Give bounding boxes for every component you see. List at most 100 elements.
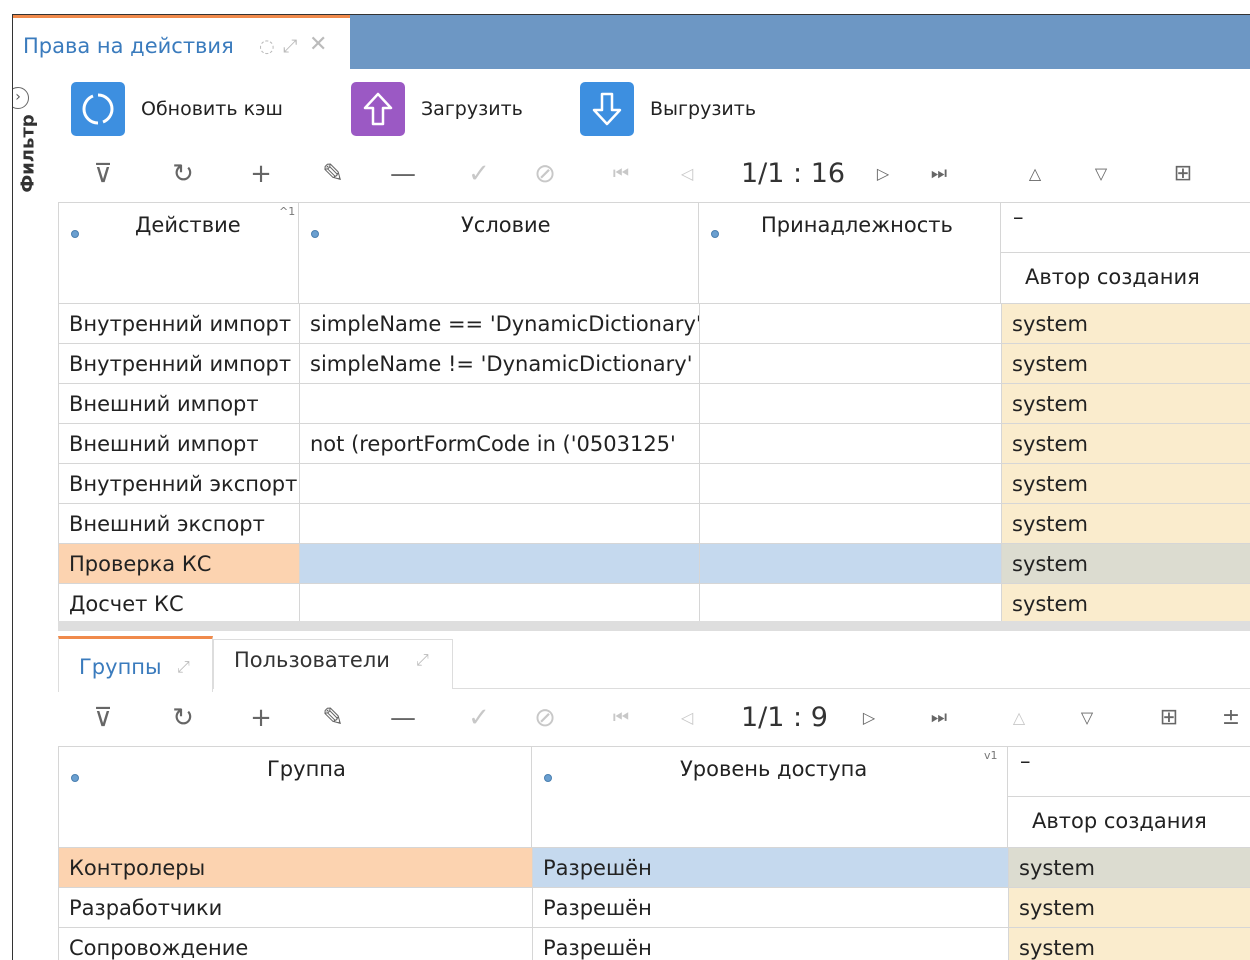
table-cell[interactable]: Разрешён xyxy=(532,887,1009,928)
column-header-author[interactable]: Автор создания xyxy=(1008,797,1250,847)
expand-icon[interactable]: ⤢ xyxy=(416,650,429,670)
table-cell[interactable]: system xyxy=(1001,343,1250,384)
close-icon[interactable]: ✕ xyxy=(309,32,327,57)
next-page-icon[interactable]: ▷ xyxy=(863,154,903,194)
refresh-icon[interactable]: ◌ xyxy=(259,36,275,57)
table-cell[interactable]: simpleName != 'DynamicDictionary' xyxy=(299,343,700,384)
column-header-access-level[interactable]: Уровень доступа v1 xyxy=(532,746,1008,847)
table-cell[interactable]: Разрешён xyxy=(532,927,1009,960)
table-cell[interactable] xyxy=(699,303,1002,344)
table-cell[interactable]: system xyxy=(1001,583,1250,624)
table-row[interactable]: Внешний импорт system xyxy=(58,383,1250,424)
table-cell[interactable]: not (reportFormCode in ('0503125' xyxy=(299,423,700,464)
cancel-icon[interactable]: ⊘ xyxy=(525,698,565,738)
filter-icon[interactable]: ⊽ xyxy=(83,154,123,194)
filter-icon[interactable]: ⊽ xyxy=(83,698,123,738)
check-icon[interactable]: ✓ xyxy=(459,154,499,194)
table-cell[interactable]: Досчет КС xyxy=(58,583,300,624)
table-row[interactable]: Досчет КС system xyxy=(58,583,1250,624)
table-cell[interactable] xyxy=(299,463,700,504)
table-cell[interactable]: Внешний экспорт xyxy=(58,503,300,544)
move-down-icon[interactable]: ▽ xyxy=(1067,698,1107,738)
table-cell[interactable]: system xyxy=(1008,927,1250,960)
column-header-action[interactable]: Действие ^1 xyxy=(58,202,299,303)
refresh-cache-button[interactable]: Обновить кэш xyxy=(71,82,283,136)
last-page-icon[interactable]: ⏭ xyxy=(919,154,959,194)
table-row[interactable]: Проверка КС system xyxy=(58,543,1250,584)
columns-grid-icon[interactable]: ⊞ xyxy=(1163,154,1203,194)
splitter[interactable] xyxy=(58,621,1250,631)
tab-groups[interactable]: Группы ⤢ xyxy=(58,636,213,692)
table-cell[interactable] xyxy=(299,503,700,544)
table-cell[interactable]: Внутренний экспорт xyxy=(58,463,300,504)
column-header-author[interactable]: Автор создания xyxy=(1001,253,1250,303)
expand-icon[interactable]: ⤢ xyxy=(177,657,190,677)
table-cell[interactable]: system xyxy=(1001,423,1250,464)
table-cell[interactable] xyxy=(699,503,1002,544)
download-button[interactable]: Выгрузить xyxy=(580,82,756,136)
table-cell[interactable]: Внутренний импорт xyxy=(58,303,300,344)
table-cell[interactable] xyxy=(699,343,1002,384)
columns-grid-icon[interactable]: ⊞ xyxy=(1149,698,1189,738)
table-cell[interactable] xyxy=(299,383,700,424)
table-cell[interactable]: Разрешён xyxy=(532,847,1009,888)
table-cell[interactable]: system xyxy=(1008,847,1250,888)
first-page-icon[interactable]: ⏮ xyxy=(601,698,641,738)
table-cell[interactable]: Разработчики xyxy=(58,887,533,928)
more-icon[interactable]: ± xyxy=(1211,698,1250,738)
tab-prava-na-deistviya[interactable]: Права на действия ◌ ⤢ ✕ xyxy=(13,15,350,69)
table-cell[interactable] xyxy=(699,463,1002,504)
table-cell[interactable] xyxy=(699,583,1002,624)
cancel-icon[interactable]: ⊘ xyxy=(525,154,565,194)
add-icon[interactable]: + xyxy=(241,698,281,738)
prev-page-icon[interactable]: ◁ xyxy=(667,154,707,194)
move-up-icon[interactable]: △ xyxy=(1015,154,1055,194)
table-cell[interactable]: simpleName == 'DynamicDictionary' xyxy=(299,303,700,344)
table-cell[interactable] xyxy=(699,383,1002,424)
table-cell[interactable]: Внутренний импорт xyxy=(58,343,300,384)
table-cell[interactable]: system xyxy=(1001,303,1250,344)
remove-icon[interactable]: — xyxy=(383,154,423,194)
table-cell[interactable] xyxy=(699,423,1002,464)
table-cell[interactable]: Контролеры xyxy=(58,847,533,888)
refresh-icon[interactable]: ↻ xyxy=(163,154,203,194)
table-row[interactable]: Внешний импорт not (reportFormCode in ('0… xyxy=(58,423,1250,464)
check-icon[interactable]: ✓ xyxy=(459,698,499,738)
prev-page-icon[interactable]: ◁ xyxy=(667,698,707,738)
table-cell[interactable]: system xyxy=(1008,887,1250,928)
table-cell[interactable]: system xyxy=(1001,543,1250,584)
column-header-group[interactable]: Группа xyxy=(58,746,532,847)
last-page-icon[interactable]: ⏭ xyxy=(919,698,959,738)
table-row[interactable]: Внутренний экспорт system xyxy=(58,463,1250,504)
tab-users[interactable]: Пользователи ⤢ xyxy=(213,639,453,689)
table-row[interactable]: Внутренний импорт simpleName != 'DynamicD… xyxy=(58,343,1250,384)
column-header-condition[interactable]: Условие xyxy=(299,202,699,303)
add-icon[interactable]: + xyxy=(241,154,281,194)
table-row[interactable]: Сопровождение Разрешён system xyxy=(58,927,1250,960)
table-cell[interactable]: system xyxy=(1001,503,1250,544)
table-cell[interactable]: system xyxy=(1001,463,1250,504)
next-page-icon[interactable]: ▷ xyxy=(849,698,889,738)
edit-icon[interactable]: ✎ xyxy=(313,698,353,738)
column-header-ownership[interactable]: Принадлежность xyxy=(699,202,1001,303)
table-cell[interactable]: Внешний импорт xyxy=(58,423,300,464)
edit-icon[interactable]: ✎ xyxy=(313,154,353,194)
table-row[interactable]: Контролеры Разрешён system xyxy=(58,847,1250,888)
upload-button[interactable]: Загрузить xyxy=(351,82,523,136)
chevron-right-icon[interactable]: › xyxy=(13,87,29,109)
move-down-icon[interactable]: ▽ xyxy=(1081,154,1121,194)
table-row[interactable]: Разработчики Разрешён system xyxy=(58,887,1250,928)
table-cell[interactable]: Сопровождение xyxy=(58,927,533,960)
expand-icon[interactable]: ⤢ xyxy=(283,36,297,57)
table-row[interactable]: Внутренний импорт simpleName == 'DynamicD… xyxy=(58,303,1250,344)
table-row[interactable]: Внешний экспорт system xyxy=(58,503,1250,544)
table-cell[interactable] xyxy=(299,583,700,624)
remove-icon[interactable]: — xyxy=(383,698,423,738)
refresh-icon[interactable]: ↻ xyxy=(163,698,203,738)
table-cell[interactable]: Проверка КС xyxy=(58,543,300,584)
table-cell[interactable]: system xyxy=(1001,383,1250,424)
move-up-icon[interactable]: △ xyxy=(999,698,1039,738)
table-cell[interactable] xyxy=(699,543,1002,584)
table-cell[interactable]: Внешний импорт xyxy=(58,383,300,424)
first-page-icon[interactable]: ⏮ xyxy=(601,154,641,194)
